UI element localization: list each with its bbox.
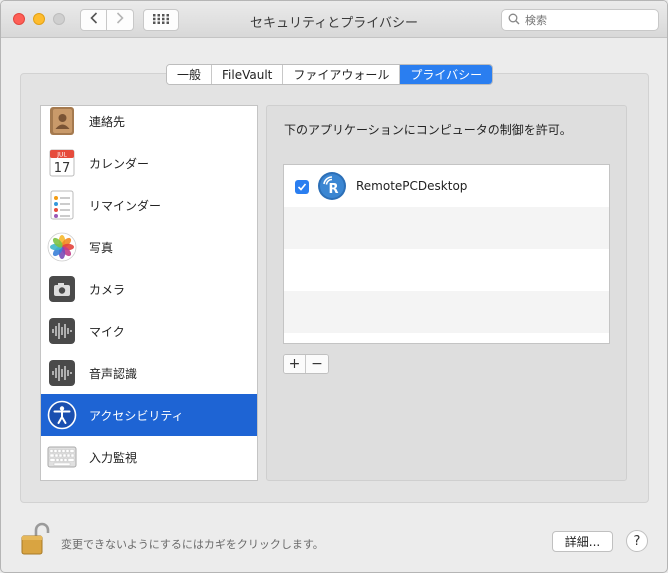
keyboard-icon: [47, 442, 77, 472]
lock-button[interactable]: [20, 522, 52, 556]
contacts-icon: [47, 106, 77, 136]
privacy-category-list: 連絡先 JUL 17 カレンダー リマインダー 写真 カメラ マイク 音声認識 …: [40, 105, 258, 481]
camera-icon: [47, 274, 77, 304]
sidebar-item-label: 入力監視: [89, 450, 138, 465]
sidebar-item-calendar[interactable]: JUL 17 カレンダー: [41, 142, 257, 184]
empty-row: [284, 291, 609, 333]
panel-heading: 下のアプリケーションにコンピュータの制御を許可。: [284, 123, 572, 137]
app-name: RemotePCDesktop: [356, 179, 468, 193]
list-item[interactable]: R RemotePCDesktop: [284, 165, 609, 207]
tab-firewall[interactable]: ファイアウォール: [283, 65, 401, 84]
remove-app-button[interactable]: −: [306, 355, 328, 373]
tab-general[interactable]: 一般: [167, 65, 213, 84]
sidebar-item-label: カレンダー: [89, 156, 150, 171]
advanced-button[interactable]: 詳細...: [552, 531, 613, 552]
help-button[interactable]: ?: [626, 530, 648, 552]
empty-row: [284, 207, 609, 249]
preferences-window: セキュリティとプライバシー 一般 FileVault ファイアウォール プライバ…: [0, 0, 668, 573]
title-bar: セキュリティとプライバシー: [1, 1, 667, 38]
calendar-day: 17: [54, 161, 71, 176]
app-enable-checkbox[interactable]: [295, 180, 309, 194]
sidebar-item-label: マイク: [89, 324, 125, 339]
sidebar-item-contacts[interactable]: 連絡先: [41, 106, 257, 142]
reminders-icon: [47, 190, 77, 220]
sidebar-item-input-monitoring[interactable]: 入力監視: [41, 436, 257, 478]
sidebar-item-label: アクセシビリティ: [89, 408, 184, 423]
photos-icon: [47, 232, 77, 262]
sidebar-item-speech-recognition[interactable]: 音声認識: [41, 352, 257, 394]
sidebar-item-label: カメラ: [89, 282, 126, 297]
speech-recognition-icon: [47, 358, 77, 388]
search-icon: [508, 13, 520, 28]
sidebar-item-camera[interactable]: カメラ: [41, 268, 257, 310]
search-input[interactable]: [525, 13, 645, 27]
calendar-icon: JUL 17: [47, 148, 77, 178]
sidebar-item-label: 音声認識: [89, 366, 138, 381]
sidebar-item-accessibility[interactable]: アクセシビリティ: [41, 394, 257, 436]
svg-text:R: R: [328, 182, 338, 197]
microphone-icon: [47, 316, 77, 346]
search-field[interactable]: [501, 9, 659, 31]
sidebar-item-photos[interactable]: 写真: [41, 226, 257, 268]
sidebar-item-reminders[interactable]: リマインダー: [41, 184, 257, 226]
calendar-month: JUL: [56, 152, 67, 159]
tab-filevault[interactable]: FileVault: [212, 65, 284, 84]
tab-bar: 一般 FileVault ファイアウォール プライバシー: [166, 64, 494, 85]
sidebar-item-microphone[interactable]: マイク: [41, 310, 257, 352]
accessibility-icon: [47, 400, 77, 430]
sidebar-item-label: リマインダー: [89, 198, 162, 213]
add-app-button[interactable]: +: [284, 355, 306, 373]
sidebar-item-label: 写真: [89, 240, 114, 255]
add-remove-controls: + −: [283, 354, 329, 374]
remotepc-icon: R: [317, 171, 347, 201]
lock-hint-text: 変更できないようにするにはカギをクリックします。: [61, 538, 324, 551]
checkmark-icon: [297, 183, 307, 191]
unlocked-padlock-icon: [20, 522, 52, 559]
allowed-apps-list: R RemotePCDesktop: [283, 164, 610, 344]
sidebar-item-label: 連絡先: [89, 114, 126, 129]
empty-row: [284, 249, 609, 291]
tab-privacy[interactable]: プライバシー: [400, 65, 493, 84]
